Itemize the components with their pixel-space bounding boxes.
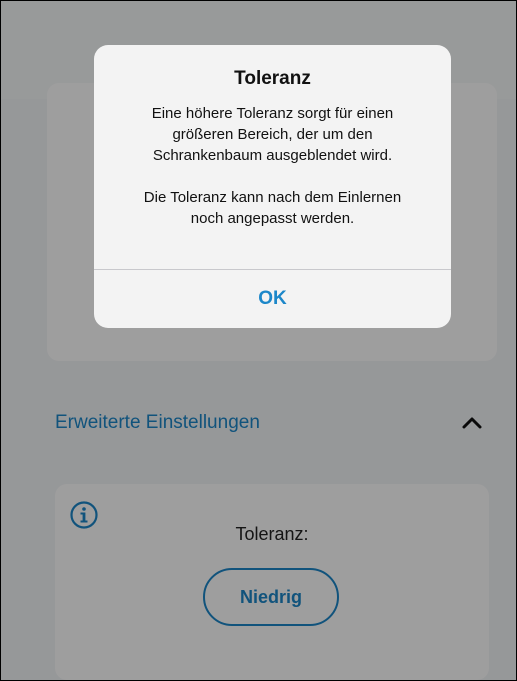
dialog-message: Eine höhere Toleranz sorgt für einen grö… <box>143 105 402 227</box>
app-frame: Erweiterte Einstellungen Toleranz: Niedr… <box>0 0 517 681</box>
ok-button[interactable]: OK <box>94 270 451 328</box>
tolerance-alert-dialog: Toleranz Eine höhere Toleranz sorgt für … <box>94 45 451 328</box>
dialog-title: Toleranz <box>234 68 311 89</box>
